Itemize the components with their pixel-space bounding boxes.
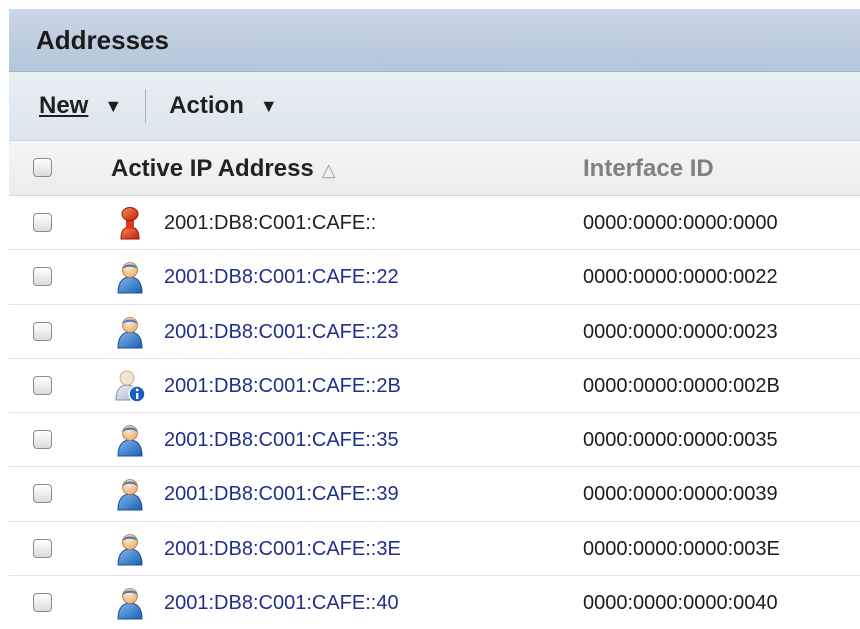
ip-address-link[interactable]: 2001:DB8:C001:CAFE::35 [164, 429, 399, 452]
interface-id-cell: 0000:0000:0000:0000 [583, 212, 778, 234]
row-checkbox[interactable] [33, 213, 52, 232]
chevron-down-icon: ▼ [104, 95, 123, 116]
ip-address-link[interactable]: 2001:DB8:C001:CAFE::39 [164, 483, 399, 506]
row-checkbox[interactable] [33, 321, 52, 341]
ip-address-link[interactable]: 2001:DB8:C001:CAFE::2B [164, 375, 401, 398]
row-checkbox[interactable] [33, 484, 52, 504]
new-button-label: New [39, 92, 89, 119]
action-button-label: Action [169, 92, 244, 119]
table-row[interactable]: 2001:DB8:C001:CAFE::40 0000:0000:0000:004… [9, 576, 860, 629]
interface-id-cell: 0000:0000:0000:0023 [583, 320, 778, 343]
select-all-checkbox[interactable] [33, 158, 52, 177]
table-row[interactable]: 2001:DB8:C001:CAFE::3E 0000:0000:0000:003… [9, 522, 860, 577]
toolbar-divider [145, 89, 147, 123]
table-row[interactable]: 2001:DB8:C001:CAFE::35 0000:0000:0000:003… [9, 413, 860, 468]
column-header-interface-id[interactable]: Interface ID [583, 155, 714, 183]
interface-id-cell: 0000:0000:0000:0035 [583, 429, 778, 452]
blue-user-icon [113, 586, 147, 620]
interface-id-cell: 0000:0000:0000:0040 [583, 592, 778, 615]
addresses-panel: Addresses New ▼ Action ▼ Active IP Addre… [9, 9, 860, 629]
row-checkbox[interactable] [33, 430, 52, 450]
ip-address-link[interactable]: 2001:DB8:C001:CAFE::3E [164, 538, 401, 561]
table-row[interactable]: 2001:DB8:C001:CAFE::22 0000:0000:0000:002… [9, 250, 860, 305]
blue-user-icon [113, 315, 147, 349]
red-pin-icon [113, 206, 147, 240]
blue-user-icon [113, 477, 147, 511]
user-with-info-badge-icon [113, 369, 147, 403]
column-header-active-ip-address[interactable]: Active IP Address △ [111, 155, 336, 183]
table-header: Active IP Address △ Interface ID [9, 141, 860, 196]
table-row[interactable]: 2001:DB8:C001:CAFE::39 0000:0000:0000:003… [9, 467, 860, 522]
interface-id-cell: 0000:0000:0000:0039 [583, 483, 778, 506]
chevron-down-icon: ▼ [259, 95, 278, 116]
toolbar: New ▼ Action ▼ [9, 72, 860, 141]
blue-user-icon [113, 260, 147, 294]
interface-id-cell: 0000:0000:0000:002B [583, 374, 780, 397]
ip-address-link[interactable]: 2001:DB8:C001:CAFE::40 [164, 592, 399, 615]
sort-ascending-icon: △ [321, 160, 336, 180]
table-row[interactable]: 2001:DB8:C001:CAFE:: 0000:0000:0000:0000 [9, 196, 860, 251]
interface-id-cell: 0000:0000:0000:003E [583, 537, 780, 560]
panel-title-bar: Addresses [9, 9, 860, 72]
row-checkbox[interactable] [33, 538, 52, 558]
panel-title: Addresses [36, 24, 169, 55]
blue-user-icon [113, 532, 147, 566]
table-body: 2001:DB8:C001:CAFE:: 0000:0000:0000:0000 2… [9, 196, 860, 629]
ip-address-link[interactable]: 2001:DB8:C001:CAFE::22 [164, 266, 399, 289]
ip-address-link[interactable]: 2001:DB8:C001:CAFE::23 [164, 321, 399, 344]
action-menu-button[interactable]: Action ▼ [169, 92, 278, 120]
row-checkbox[interactable] [33, 267, 52, 287]
row-checkbox[interactable] [33, 375, 52, 395]
row-checkbox[interactable] [33, 593, 52, 613]
table-row[interactable]: 2001:DB8:C001:CAFE::2B 0000:0000:0000:002… [9, 359, 860, 414]
new-menu-button[interactable]: New ▼ [39, 92, 122, 120]
blue-user-icon [113, 423, 147, 457]
ip-address-link[interactable]: 2001:DB8:C001:CAFE:: [164, 212, 376, 235]
table-row[interactable]: 2001:DB8:C001:CAFE::23 0000:0000:0000:002… [9, 305, 860, 359]
column-header-label: Active IP Address [111, 155, 314, 182]
interface-id-cell: 0000:0000:0000:0022 [583, 266, 778, 289]
